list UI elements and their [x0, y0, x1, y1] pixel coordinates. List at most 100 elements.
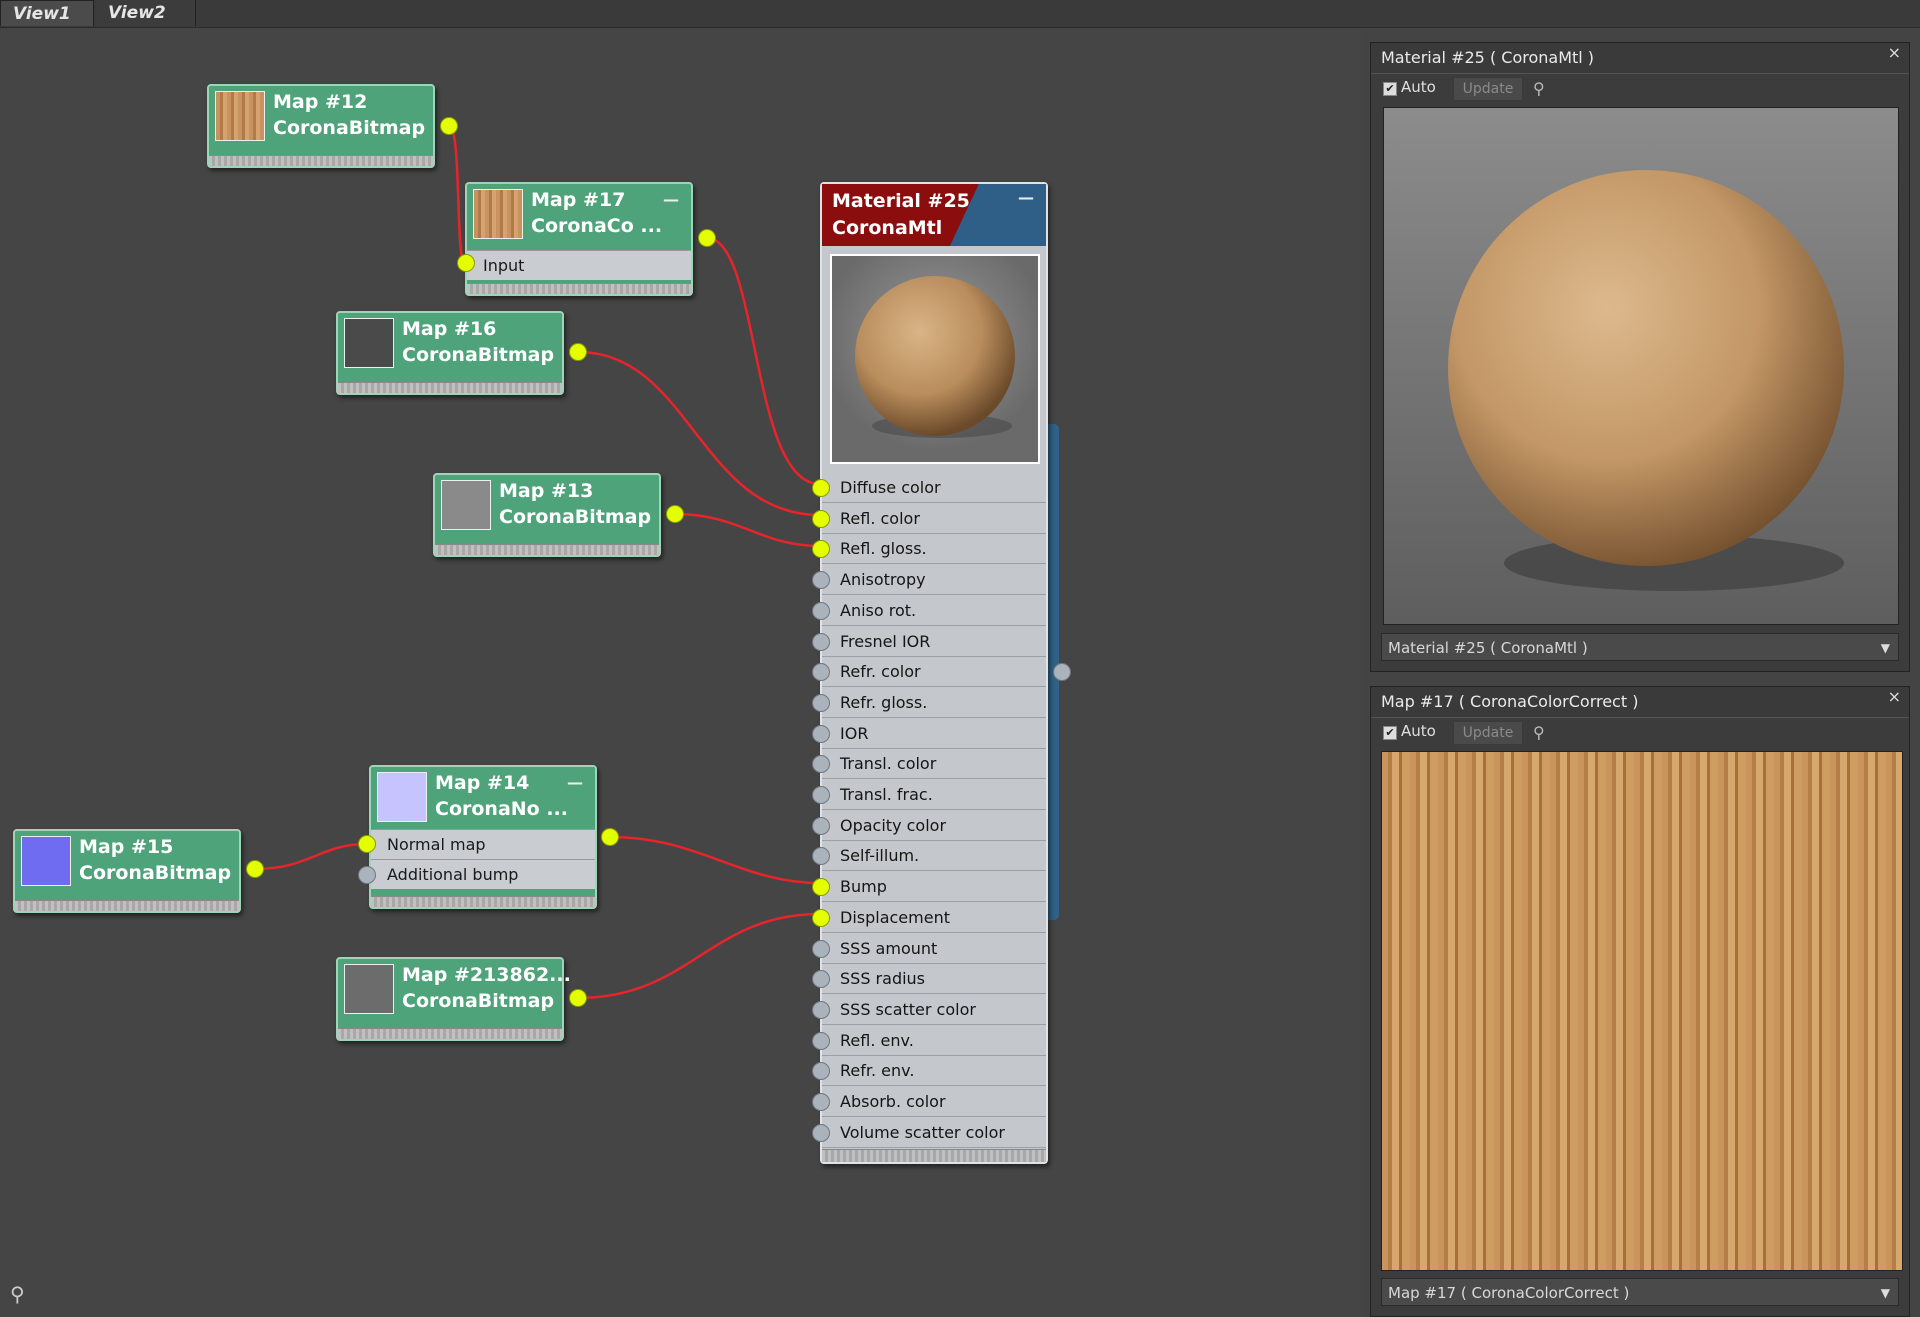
material-node[interactable]: Material #25 CoronaMtl — Diffuse color Re…	[812, 182, 1048, 1164]
input-socket[interactable]	[812, 571, 830, 589]
output-socket-map213862[interactable]	[569, 989, 587, 1007]
material-slot-row[interactable]: Transl. frac.	[812, 780, 1046, 810]
node-header: Map #17 CoronaCo ... —	[467, 184, 691, 240]
minimize-icon[interactable]: —	[567, 773, 583, 792]
material-slot-row[interactable]: Opacity color	[812, 811, 1046, 841]
input-socket[interactable]	[812, 725, 830, 743]
slot-label: Transl. color	[840, 754, 937, 773]
pin-icon[interactable]: ⚲	[1533, 79, 1545, 98]
material-slot-row[interactable]: Diffuse color	[812, 473, 1046, 503]
binoculars-icon[interactable]: ⚲	[10, 1282, 25, 1306]
node-type: CoronaNo ...	[435, 798, 568, 820]
pin-icon[interactable]: ⚲	[1533, 723, 1545, 742]
material-slot-row[interactable]: Refr. color	[812, 657, 1046, 687]
input-socket[interactable]	[812, 1124, 830, 1142]
input-socket-map17[interactable]	[457, 254, 475, 272]
input-socket[interactable]	[812, 1001, 830, 1019]
auto-checkbox[interactable]: ✔	[1383, 726, 1397, 740]
material-slot-row[interactable]: Refl. env.	[812, 1026, 1046, 1056]
output-socket-map14[interactable]	[601, 828, 619, 846]
dropdown-value: Map #17 ( CoronaColorCorrect )	[1388, 1284, 1630, 1302]
tab-view2[interactable]: View2	[96, 0, 196, 26]
material-slot-row[interactable]: Aniso rot.	[812, 596, 1046, 626]
material-output-socket[interactable]	[1053, 663, 1071, 681]
wood-thumbnail	[473, 189, 523, 239]
input-socket-normal-map[interactable]	[358, 835, 376, 853]
slot-label: Refl. env.	[840, 1031, 914, 1050]
node-map17[interactable]: Map #17 CoronaCo ... — Input	[465, 182, 693, 296]
minimize-icon[interactable]: —	[663, 190, 679, 209]
slot-normal-map[interactable]: Normal map	[371, 829, 595, 859]
output-socket-map12[interactable]	[440, 117, 458, 135]
update-button[interactable]: Update	[1453, 77, 1523, 101]
node-title: Map #13	[499, 480, 594, 502]
slot-label: Refr. env.	[840, 1061, 915, 1080]
node-map15[interactable]: Map #15 CoronaBitmap	[13, 829, 241, 913]
output-socket-map17[interactable]	[698, 229, 716, 247]
material-slot-row[interactable]: Anisotropy	[812, 565, 1046, 595]
node-map213862[interactable]: Map #213862... CoronaBitmap	[336, 957, 571, 1041]
node-map14[interactable]: Map #14 CoronaNo ... — Normal map Additi…	[369, 765, 597, 909]
input-socket[interactable]	[812, 786, 830, 804]
material-slot-row[interactable]: Absorb. color	[812, 1087, 1046, 1117]
material-slot-row[interactable]: Volume scatter color	[812, 1118, 1046, 1148]
input-socket[interactable]	[812, 847, 830, 865]
close-icon[interactable]: ×	[1888, 43, 1901, 62]
material-select-dropdown[interactable]: Material #25 ( CoronaMtl ) ▼	[1381, 633, 1899, 661]
input-socket[interactable]	[812, 755, 830, 773]
material-slot-row[interactable]: IOR	[812, 719, 1046, 749]
input-socket[interactable]	[812, 909, 830, 927]
update-button[interactable]: Update	[1453, 721, 1523, 745]
slot-input[interactable]: Input	[467, 250, 691, 280]
input-socket-additional-bump[interactable]	[358, 866, 376, 884]
slot-label: Aniso rot.	[840, 601, 917, 620]
view-tab-bar: View1 View2	[0, 0, 1920, 28]
input-socket[interactable]	[812, 878, 830, 896]
input-socket[interactable]	[812, 540, 830, 558]
input-socket[interactable]	[812, 479, 830, 497]
input-socket[interactable]	[812, 602, 830, 620]
material-slot-row[interactable]: Refr. gloss.	[812, 688, 1046, 718]
material-slot-row[interactable]: SSS scatter color	[812, 995, 1046, 1025]
node-map13[interactable]: Map #13 CoronaBitmap	[433, 473, 661, 557]
material-slot-row[interactable]: Refl. gloss.	[812, 534, 1046, 564]
material-slot-row[interactable]: Refr. env.	[812, 1056, 1046, 1086]
material-slot-row[interactable]: Bump	[812, 872, 1046, 902]
node-header: Map #14 CoronaNo ... —	[371, 767, 595, 823]
input-socket[interactable]	[812, 694, 830, 712]
input-socket[interactable]	[812, 633, 830, 651]
auto-checkbox[interactable]: ✔	[1383, 82, 1397, 96]
node-map12[interactable]: Map #12 CoronaBitmap	[207, 84, 435, 168]
material-slot-row[interactable]: Fresnel IOR	[812, 627, 1046, 657]
tab-view1[interactable]: View1	[0, 0, 94, 26]
output-socket-map13[interactable]	[666, 505, 684, 523]
output-socket-map15[interactable]	[246, 860, 264, 878]
node-footer	[371, 896, 595, 907]
input-socket[interactable]	[812, 1062, 830, 1080]
map-select-dropdown[interactable]: Map #17 ( CoronaColorCorrect ) ▼	[1381, 1278, 1899, 1306]
input-socket[interactable]	[812, 1093, 830, 1111]
material-slot-row[interactable]: SSS amount	[812, 934, 1046, 964]
material-slot-row[interactable]: Refl. color	[812, 504, 1046, 534]
input-socket[interactable]	[812, 970, 830, 988]
material-slot-row[interactable]: SSS radius	[812, 964, 1046, 994]
material-slot-row[interactable]: Self-illum.	[812, 841, 1046, 871]
node-header: Map #12 CoronaBitmap	[209, 86, 433, 142]
node-title: Map #15	[79, 836, 174, 858]
input-socket[interactable]	[812, 1032, 830, 1050]
panel-toolbar: ✔ Auto Update ⚲	[1371, 718, 1909, 748]
input-socket[interactable]	[812, 940, 830, 958]
close-icon[interactable]: ×	[1888, 687, 1901, 706]
input-socket[interactable]	[812, 817, 830, 835]
slot-label: Bump	[840, 877, 887, 896]
input-socket[interactable]	[812, 510, 830, 528]
node-type: CoronaBitmap	[402, 344, 555, 366]
node-map16[interactable]: Map #16 CoronaBitmap	[336, 311, 564, 395]
material-slot-row[interactable]: Transl. color	[812, 749, 1046, 779]
minimize-icon[interactable]: —	[1018, 188, 1034, 207]
material-slot-row[interactable]: Displacement	[812, 903, 1046, 933]
input-socket[interactable]	[812, 663, 830, 681]
output-socket-map16[interactable]	[569, 343, 587, 361]
slot-label: Displacement	[840, 908, 950, 927]
slot-additional-bump[interactable]: Additional bump	[371, 859, 595, 889]
